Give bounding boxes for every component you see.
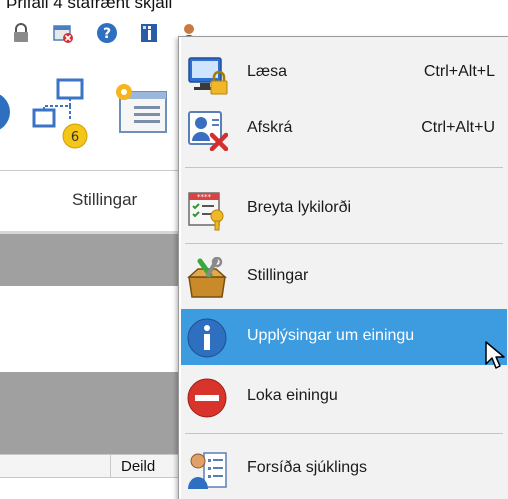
menu-item-label: Loka einingu [247,387,338,404]
logout-user-icon [188,111,228,151]
round-button-icon[interactable] [0,88,18,136]
grid-header: Deild [0,454,180,478]
notification-count: 6 [71,130,79,145]
settings-window-icon[interactable] [112,82,170,138]
lock-screen-icon [188,57,228,95]
cancel-calendar-icon[interactable] [52,22,74,44]
svg-text:****: **** [197,193,212,201]
menu-item-label: Stillingar [247,267,309,284]
menu-item-label: Afskrá [247,119,293,136]
network-devices-icon[interactable]: 6 [30,76,92,152]
grid-column-label: Deild [121,458,156,475]
mouse-cursor-icon [485,341,505,369]
change-password-icon: **** [188,192,224,231]
toolbox-icon [187,257,227,298]
grid-column-header[interactable]: Deild [110,455,180,477]
menu-item-unit-info[interactable]: Upplýsingar um einingu [181,309,507,365]
user-context-menu: Læsa Ctrl+Alt+L Afskrá Ctrl+Alt+U **** B… [178,36,508,499]
menu-item-settings[interactable]: Stillingar [181,249,507,305]
menu-item-label: Forsíða sjúklings [247,459,368,476]
menu-item-patient-front-page[interactable]: Forsíða sjúklings [181,441,507,497]
menu-separator [185,433,503,434]
lock-icon[interactable] [10,22,32,44]
grey-panel-lower [0,372,180,454]
window-title-fragment: Þrifali 4 stafrænt skjali [6,0,173,12]
menu-separator [185,167,503,168]
grey-panel [0,234,180,286]
ribbon-divider [0,170,180,171]
ribbon: 6 [0,64,180,174]
patient-front-page-icon [188,452,227,489]
close-unit-icon [187,378,227,418]
menu-item-label: Breyta lykilorði [247,199,352,216]
menu-item-label: Upplýsingar um einingu [247,327,415,344]
menu-item-shortcut: Ctrl+Alt+L [423,63,495,80]
menu-item-label: Læsa [247,63,288,80]
help-icon[interactable]: ? [96,22,118,44]
menu-item-shortcut: Ctrl+Alt+U [421,119,495,136]
menu-item-close-unit[interactable]: Loka einingu [181,369,507,425]
ribbon-group-label: Stillingar [72,190,138,209]
menu-item-lock[interactable]: Læsa Ctrl+Alt+L [181,45,507,101]
info-document-icon[interactable] [138,22,160,44]
menu-item-logout[interactable]: Afskrá Ctrl+Alt+U [181,101,507,157]
menu-item-change-password[interactable]: **** Breyta lykilorði [181,181,507,237]
svg-text:?: ? [103,26,111,42]
menu-separator [185,243,503,244]
info-icon [187,318,227,358]
